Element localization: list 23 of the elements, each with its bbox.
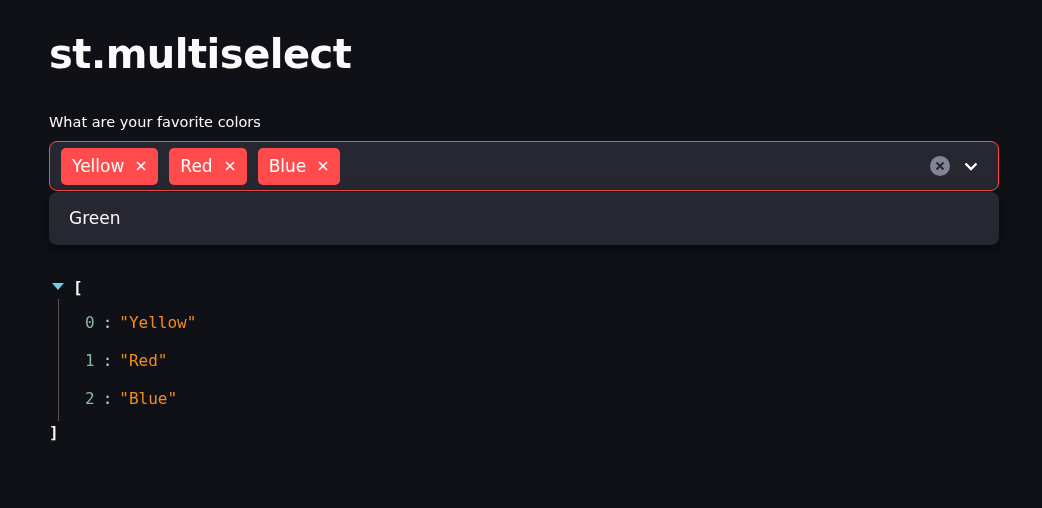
array-index: 0 [85, 312, 95, 332]
field-label: What are your favorite colors [49, 113, 262, 132]
close-icon[interactable] [224, 161, 235, 171]
expand-triangle-icon[interactable] [52, 283, 64, 291]
string-value: "Red" [119, 350, 168, 370]
array-index: 1 [85, 350, 95, 370]
page-title: st.multiselect [49, 30, 353, 79]
dropdown-option[interactable]: Green [49, 196, 999, 241]
close-icon[interactable] [136, 161, 147, 171]
array-index: 2 [85, 388, 95, 408]
open-bracket: [ [73, 277, 83, 297]
close-icon[interactable] [318, 161, 329, 171]
tag-label: Yellow [72, 156, 125, 176]
clear-icon[interactable] [930, 156, 950, 176]
key-separator: : [102, 312, 113, 332]
string-value: "Yellow" [119, 312, 197, 332]
key-separator: : [102, 350, 113, 370]
key-separator: : [102, 388, 113, 408]
tag-label: Red [180, 156, 213, 176]
tag-label: Blue [268, 156, 307, 176]
string-value: "Blue" [119, 388, 178, 408]
close-bracket: ] [49, 423, 60, 442]
chevron-down-icon[interactable] [964, 161, 978, 171]
